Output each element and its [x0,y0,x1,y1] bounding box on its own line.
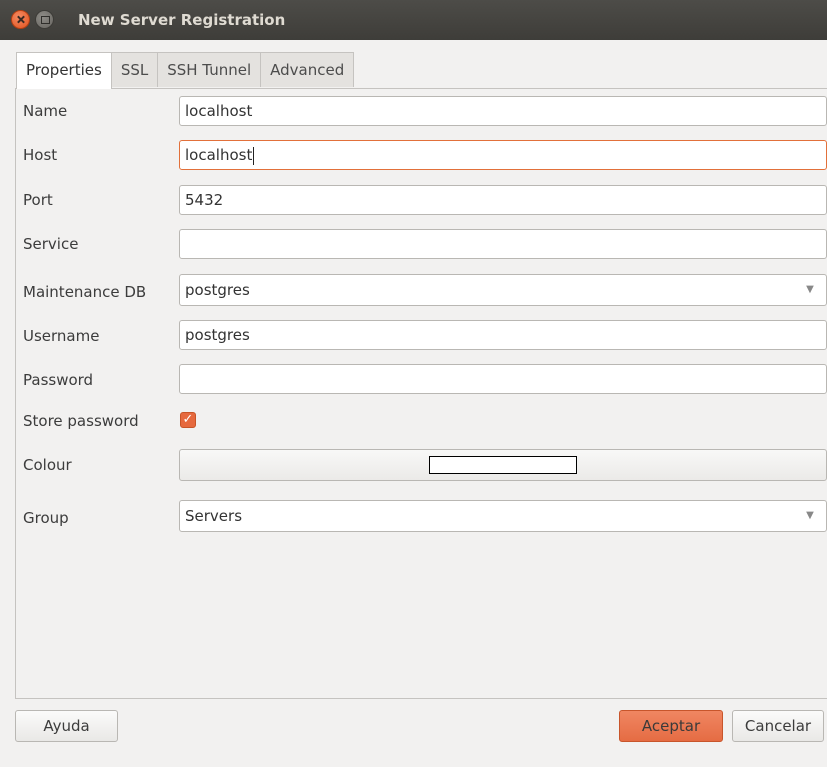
window-titlebar: New Server Registration [0,0,827,40]
name-field[interactable]: localhost [179,96,827,126]
host-label: Host [23,146,58,164]
checkmark-icon: ✓ [182,412,194,427]
tab-properties[interactable]: Properties [16,52,112,89]
close-icon[interactable] [11,10,30,29]
colour-label: Colour [23,456,72,474]
tab-ssl[interactable]: SSL [110,52,159,87]
maintenance-db-combo[interactable]: postgres ▼ [179,274,827,306]
chevron-down-icon[interactable]: ▼ [794,275,826,303]
port-label: Port [23,191,53,209]
ok-button[interactable]: Aceptar [619,710,723,742]
name-label: Name [23,102,68,120]
tab-bar: Properties SSL SSH Tunnel Advanced [16,52,355,89]
help-button[interactable]: Ayuda [15,710,118,742]
password-label: Password [23,371,94,389]
port-value: 5432 [185,191,224,209]
host-field[interactable]: localhost [179,140,827,170]
service-field[interactable] [179,229,827,259]
minimize-icon[interactable] [35,10,54,29]
group-value: Servers [185,507,243,525]
colour-swatch [429,456,577,474]
host-value: localhost [185,146,253,164]
store-password-label: Store password [23,412,139,430]
text-cursor [253,146,255,165]
chevron-down-icon[interactable]: ▼ [794,501,826,529]
username-label: Username [23,327,100,345]
username-field[interactable]: postgres [179,320,827,350]
window-title: New Server Registration [78,11,286,29]
group-label: Group [23,509,69,527]
maintenance-db-label: Maintenance DB [23,283,147,301]
port-field[interactable]: 5432 [179,185,827,215]
name-value: localhost [185,102,253,120]
colour-picker-button[interactable] [179,449,827,481]
maintenance-db-value: postgres [185,281,250,299]
cancel-button[interactable]: Cancelar [732,710,824,742]
tab-advanced[interactable]: Advanced [260,52,355,87]
store-password-checkbox[interactable]: ✓ [180,412,196,428]
group-combo[interactable]: Servers ▼ [179,500,827,532]
service-label: Service [23,235,79,253]
username-value: postgres [185,326,250,344]
password-field[interactable] [179,364,827,394]
tab-ssh-tunnel[interactable]: SSH Tunnel [157,52,262,87]
